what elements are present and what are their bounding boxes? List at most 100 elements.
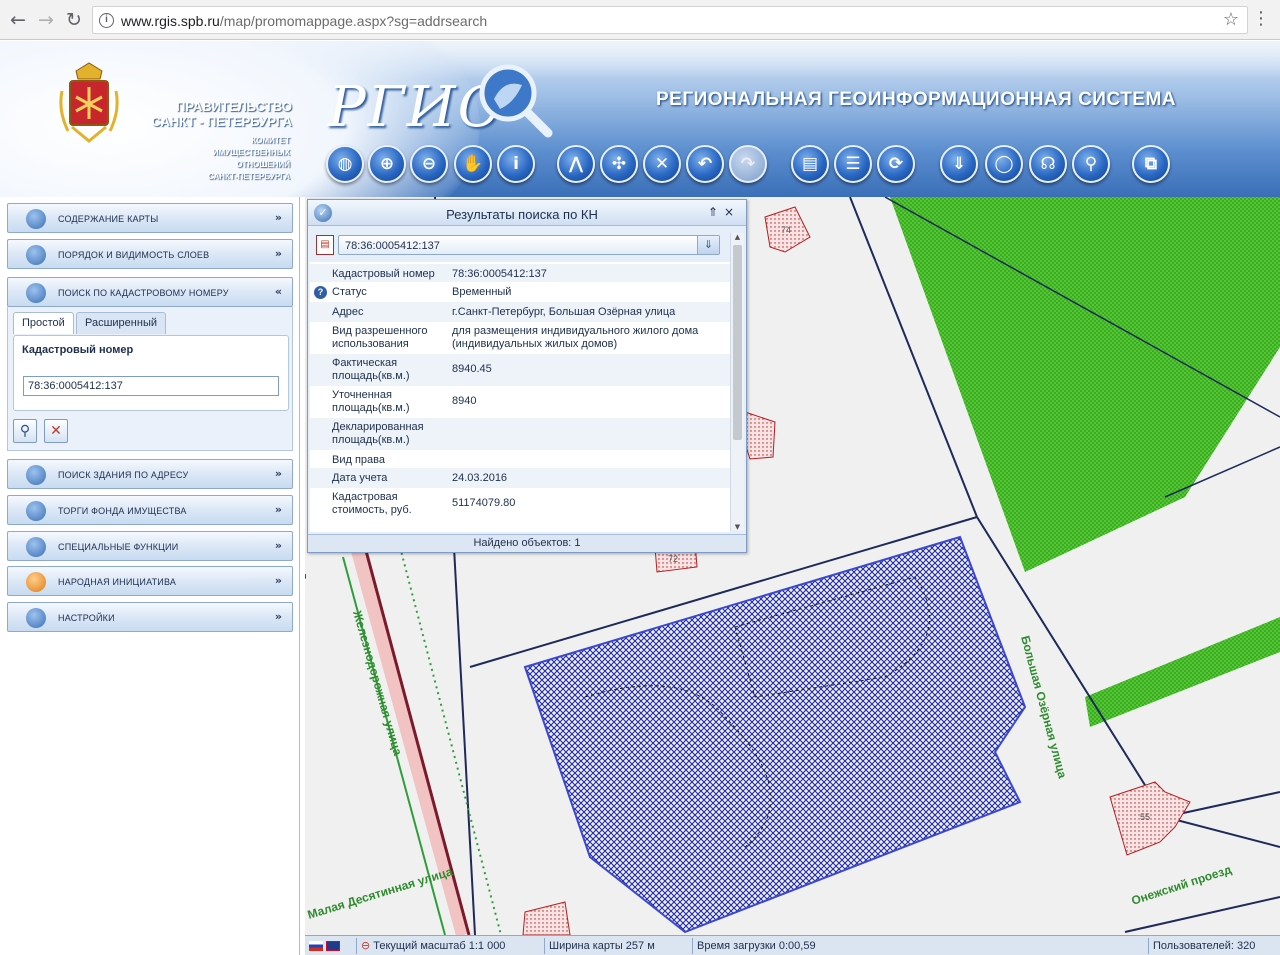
table-row: Кадастровая стоимость, руб. 51174079.80 bbox=[310, 488, 730, 520]
redo-icon[interactable]: ↷ bbox=[729, 145, 767, 183]
section-label: ПОРЯДОК И ВИДИМОСТЬ СЛОЕВ bbox=[58, 250, 210, 260]
dialog-scrollbar[interactable]: ▲ ▼ bbox=[730, 233, 744, 531]
chevron-down-icon[interactable]: ⇓ bbox=[697, 236, 719, 254]
collapse-icon[interactable]: ⇑ bbox=[708, 205, 724, 219]
attribute-name: Вид разрешенного использования bbox=[332, 325, 428, 350]
refresh-globe-icon[interactable]: ⟳ bbox=[877, 145, 915, 183]
map-width-readout: Ширина карты 257 м bbox=[545, 938, 693, 954]
section-layer-order[interactable]: ПОРЯДОК И ВИДИМОСТЬ СЛОЕВ » bbox=[7, 239, 293, 269]
section-label: ПОИСК ПО КАДАСТРОВОМУ НОМЕРУ bbox=[58, 288, 229, 298]
expand-chevron-icon[interactable]: » bbox=[275, 467, 282, 480]
tab-extended[interactable]: Расширенный bbox=[76, 312, 166, 334]
result-select-value: 78:36:0005412:137 bbox=[345, 240, 440, 252]
section-property-auctions[interactable]: ТОРГИ ФОНДА ИМУЩЕСТВА » bbox=[7, 495, 293, 525]
expand-chevron-icon[interactable]: » bbox=[275, 574, 282, 587]
section-special-functions[interactable]: СПЕЦИАЛЬНЫЕ ФУНКЦИИ » bbox=[7, 531, 293, 561]
section-building-search[interactable]: ПОИСК ЗДАНИЯ ПО АДРЕСУ » bbox=[7, 459, 293, 489]
select-icon[interactable]: ✣ bbox=[600, 145, 638, 183]
result-selector-row: ▤ 78:36:0005412:137 ⇓ bbox=[310, 233, 730, 257]
site-header: ПРАВИТЕЛЬСТВО САНКТ - ПЕТЕРБУРГА КОМИТЕТ… bbox=[0, 41, 1280, 197]
help-icon[interactable]: ? bbox=[314, 286, 327, 299]
russian-flag-icon[interactable] bbox=[309, 941, 323, 952]
attribute-name: Декларированная площадь(кв.м.) bbox=[332, 421, 424, 446]
bookmark-star-icon[interactable]: ☆ bbox=[1223, 9, 1239, 30]
attribute-name: Вид права bbox=[332, 454, 385, 466]
tab-simple[interactable]: Простой bbox=[13, 312, 74, 334]
status-bar: ⊖ Текущий масштаб 1:1 000 Ширина карты 2… bbox=[305, 935, 1280, 955]
section-cadastral-search[interactable]: ПОИСК ПО КАДАСТРОВОМУ НОМЕРУ « bbox=[7, 277, 293, 307]
results-count: Найдено объектов: 1 bbox=[308, 534, 746, 552]
table-row: Кадастровый номер 78:36:0005412:137 bbox=[310, 264, 730, 282]
system-title: РЕГИОНАЛЬНАЯ ГЕОИНФОРМАЦИОННАЯ СИСТЕМА bbox=[656, 89, 1177, 110]
print-icon[interactable]: ▤ bbox=[791, 145, 829, 183]
location-pin-icon[interactable]: ⚲ bbox=[1072, 145, 1110, 183]
section-public-initiative[interactable]: НАРОДНАЯ ИНИЦИАТИВА » bbox=[7, 566, 293, 596]
close-icon[interactable]: × bbox=[724, 205, 740, 219]
scroll-down-icon[interactable]: ▼ bbox=[731, 523, 744, 531]
document-icon[interactable]: ▤ bbox=[316, 235, 334, 255]
forward-arrow-icon[interactable]: → bbox=[34, 8, 58, 32]
measure-icon[interactable]: ⋀ bbox=[557, 145, 595, 183]
scroll-thumb[interactable] bbox=[733, 245, 742, 440]
table-row: Уточненная площадь(кв.м.) 8940 bbox=[310, 386, 730, 418]
attribute-value: 78:36:0005412:137 bbox=[452, 268, 547, 280]
cadastral-number-input[interactable] bbox=[23, 376, 279, 396]
table-row: Вид права bbox=[310, 450, 730, 468]
attributes-table: Кадастровый номер 78:36:0005412:137? Стату… bbox=[310, 262, 730, 532]
zoom-in-icon[interactable]: ⊕ bbox=[368, 145, 406, 183]
attribute-name: Дата учета bbox=[332, 472, 388, 484]
attribute-value: 8940 bbox=[452, 395, 477, 407]
scale-readout: ⊖ Текущий масштаб 1:1 000 bbox=[357, 938, 545, 954]
pan-hand-icon[interactable]: ✋ bbox=[454, 145, 492, 183]
expand-chevron-icon[interactable]: » bbox=[275, 503, 282, 516]
cadastral-form: Кадастровый номер bbox=[13, 335, 289, 411]
collapse-chevron-icon[interactable]: « bbox=[275, 285, 282, 298]
language-switch[interactable] bbox=[305, 938, 357, 954]
info-icon[interactable]: i bbox=[497, 145, 535, 183]
attribute-value: Временный bbox=[452, 286, 512, 298]
section-settings[interactable]: НАСТРОЙКИ » bbox=[7, 602, 293, 632]
committee-line: САНКТ-ПЕТЕРБУРГА bbox=[207, 172, 290, 181]
house-number: 72 bbox=[668, 554, 678, 564]
english-flag-icon[interactable] bbox=[326, 941, 340, 952]
reload-icon[interactable]: ↻ bbox=[62, 8, 86, 32]
tools-icon bbox=[26, 608, 46, 628]
clear-button[interactable]: ✕ bbox=[44, 419, 68, 443]
list-icon[interactable]: ☰ bbox=[834, 145, 872, 183]
search-icon: ⚲ bbox=[19, 423, 31, 439]
expand-chevron-icon[interactable]: » bbox=[275, 610, 282, 623]
cadastral-search-icon bbox=[26, 283, 46, 303]
section-label: НАРОДНАЯ ИНИЦИАТИВА bbox=[58, 577, 177, 587]
clear-icon[interactable]: ✕ bbox=[643, 145, 681, 183]
search-button[interactable]: ⚲ bbox=[13, 419, 37, 443]
gavel-icon bbox=[26, 501, 46, 521]
section-map-content[interactable]: СОДЕРЖАНИЕ КАРТЫ » bbox=[7, 203, 293, 233]
expand-chevron-icon[interactable]: » bbox=[275, 539, 282, 552]
committee-line: КОМИТЕТ bbox=[251, 136, 290, 145]
cadastral-search-panel: Простой Расширенный Кадастровый номер ⚲ … bbox=[7, 307, 293, 451]
address-bar[interactable]: i www.rgis.spb.ru/map/promomappage.aspx?… bbox=[92, 6, 1248, 34]
close-icon: ✕ bbox=[50, 423, 62, 439]
section-label: СОДЕРЖАНИЕ КАРТЫ bbox=[58, 214, 159, 224]
site-info-icon[interactable]: i bbox=[99, 13, 114, 28]
export-icon[interactable]: ⧉ bbox=[1132, 145, 1170, 183]
table-row: ? Статус Временный bbox=[310, 282, 730, 302]
result-select[interactable]: 78:36:0005412:137 ⇓ bbox=[338, 235, 720, 255]
rss-icon[interactable]: ☊ bbox=[1029, 145, 1067, 183]
zoom-out-icon[interactable]: ⊖ bbox=[410, 145, 448, 183]
scroll-up-icon[interactable]: ▲ bbox=[731, 233, 744, 241]
url-text[interactable]: www.rgis.spb.ru/map/promomappage.aspx?sg… bbox=[121, 13, 487, 29]
panel-collapse-icon[interactable]: ◂ bbox=[305, 571, 306, 582]
gear-icon bbox=[26, 537, 46, 557]
undo-icon[interactable]: ↶ bbox=[686, 145, 724, 183]
expand-chevron-icon[interactable]: » bbox=[275, 247, 282, 260]
download-icon[interactable]: ⇓ bbox=[940, 145, 978, 183]
globe-icon[interactable]: ◍ bbox=[326, 145, 364, 183]
expand-chevron-icon[interactable]: » bbox=[275, 211, 282, 224]
table-row: Вид разрешенного использования для размещ… bbox=[310, 322, 730, 354]
dialog-title-bar[interactable]: ✓ Результаты поиска по КН ⇑× bbox=[308, 200, 746, 226]
browser-menu-icon[interactable]: ⋮ bbox=[1252, 8, 1270, 30]
back-arrow-icon[interactable]: ← bbox=[6, 8, 30, 32]
comment-icon[interactable]: ◯ bbox=[985, 145, 1023, 183]
dialog-title: Результаты поиска по КН bbox=[446, 207, 598, 222]
